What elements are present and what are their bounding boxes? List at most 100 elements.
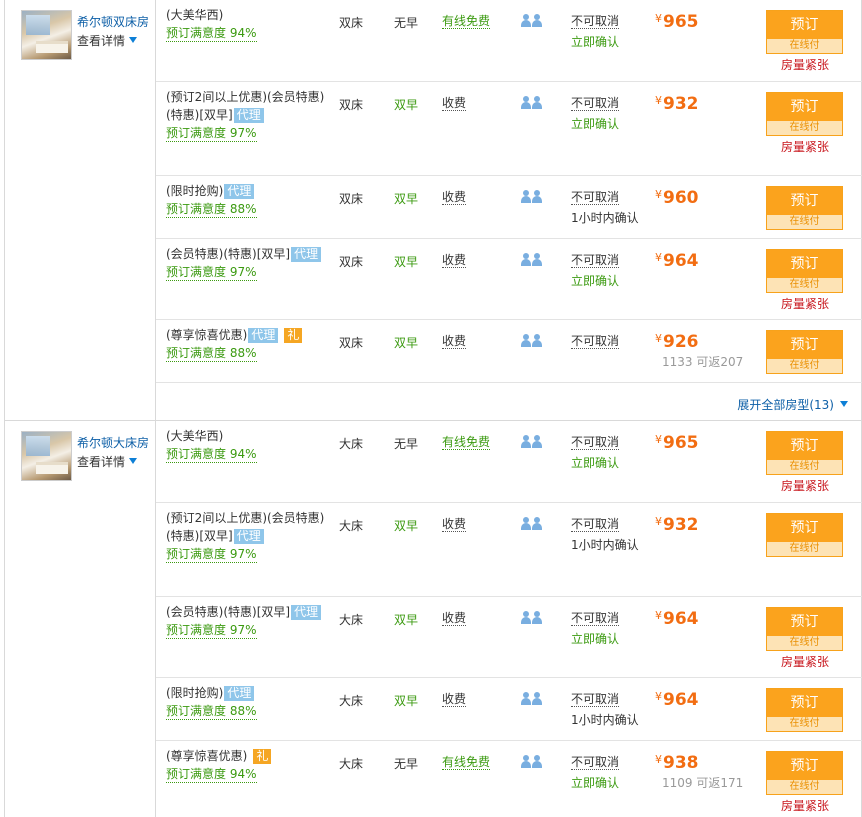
- cancel-policy-cell: 不可取消 立即确认: [571, 14, 620, 50]
- online-pay-label: 在线付: [767, 780, 842, 794]
- cancel-policy[interactable]: 不可取消: [571, 14, 620, 29]
- agent-badge: 代理: [224, 184, 255, 199]
- currency-symbol: ¥: [655, 251, 662, 264]
- cancel-policy[interactable]: 不可取消: [571, 435, 620, 450]
- internet[interactable]: 有线免费: [442, 14, 491, 29]
- currency-symbol: ¥: [655, 94, 662, 107]
- expand-all-rooms-link[interactable]: 展开全部房型(13): [737, 396, 848, 413]
- occupancy-icon[interactable]: [521, 190, 543, 204]
- currency-symbol: ¥: [655, 433, 662, 446]
- rate-name: (尊享惊喜优惠): [166, 749, 248, 763]
- cancel-policy[interactable]: 不可取消: [571, 692, 620, 707]
- book-button[interactable]: 预订 在线付: [766, 330, 843, 374]
- book-button[interactable]: 预订 在线付: [766, 607, 843, 651]
- currency-symbol: ¥: [655, 690, 662, 703]
- satisfaction-rating[interactable]: 预订满意度 97%: [166, 126, 257, 142]
- rate-row: (限时抢购) 代理 预订满意度 88% 双床 双早 收费 不可取消 1小时内确认 ¥960 预订在…: [156, 176, 862, 239]
- gift-badge[interactable]: 礼: [284, 328, 303, 343]
- price: ¥932: [655, 515, 699, 535]
- internet[interactable]: 收费: [442, 334, 467, 349]
- rate-name: (限时抢购): [166, 184, 224, 198]
- internet[interactable]: 有线免费: [442, 755, 491, 770]
- satisfaction-rating[interactable]: 预订满意度 94%: [166, 26, 257, 42]
- person-icon: [532, 517, 542, 530]
- confirm-speed: 立即确认: [571, 776, 620, 790]
- occupancy-icon[interactable]: [521, 755, 543, 769]
- room-info: 希尔顿大床房 查看详情: [5, 421, 156, 817]
- room-photo[interactable]: [21, 431, 72, 481]
- room-photo[interactable]: [21, 10, 72, 60]
- gift-badge[interactable]: 礼: [253, 749, 272, 764]
- confirm-speed: 立即确认: [571, 117, 620, 131]
- book-button[interactable]: 预订 在线付: [766, 92, 843, 136]
- occupancy-icon[interactable]: [521, 611, 543, 625]
- satisfaction-rating[interactable]: 预订满意度 97%: [166, 265, 257, 281]
- bed-type: 双床: [339, 336, 364, 350]
- occupancy-icon[interactable]: [521, 435, 543, 449]
- satisfaction-rating[interactable]: 预订满意度 88%: [166, 704, 257, 720]
- rate-name-cell: (会员特惠)(特惠)[双早] 代理 预订满意度 97%: [166, 245, 334, 281]
- book-button[interactable]: 预订 在线付: [766, 10, 843, 54]
- person-icon: [532, 96, 542, 109]
- rate-row: (会员特惠)(特惠)[双早] 代理 预订满意度 97% 大床 双早 收费 不可取消 立即确认 ¥…: [156, 597, 862, 678]
- online-pay-label: 在线付: [767, 460, 842, 474]
- book-button[interactable]: 预订 在线付: [766, 513, 843, 557]
- rate-name-cell: (限时抢购) 代理 预订满意度 88%: [166, 684, 334, 720]
- occupancy-icon[interactable]: [521, 14, 543, 28]
- rate-name: (大美华西): [166, 8, 224, 22]
- cancel-policy[interactable]: 不可取消: [571, 755, 620, 770]
- book-label: 预订: [767, 432, 842, 460]
- person-icon: [532, 435, 542, 448]
- confirm-speed: 立即确认: [571, 632, 620, 646]
- book-button[interactable]: 预订 在线付: [766, 431, 843, 475]
- rate-name-cell: (尊享惊喜优惠) 代理礼预订满意度 88%: [166, 326, 334, 362]
- cashback-info: 1109 可返171: [662, 776, 744, 790]
- cancel-policy-cell: 不可取消 1小时内确认: [571, 692, 639, 728]
- satisfaction-rating[interactable]: 预订满意度 88%: [166, 202, 257, 218]
- room-name[interactable]: 希尔顿双床房: [77, 13, 149, 30]
- expand-all-rooms-label: 展开全部房型(13): [737, 398, 834, 412]
- occupancy-icon[interactable]: [521, 253, 543, 267]
- room-name[interactable]: 希尔顿大床房: [77, 434, 149, 451]
- bed-type: 大床: [339, 757, 364, 771]
- rate-name: (会员特惠)(特惠)[双早]: [166, 605, 291, 619]
- cancel-policy[interactable]: 不可取消: [571, 334, 620, 349]
- satisfaction-rating[interactable]: 预订满意度 88%: [166, 346, 257, 362]
- cancel-policy[interactable]: 不可取消: [571, 611, 620, 626]
- book-button[interactable]: 预订 在线付: [766, 249, 843, 293]
- view-details-link[interactable]: 查看详情: [77, 32, 138, 49]
- occupancy-icon[interactable]: [521, 334, 543, 348]
- satisfaction-rating[interactable]: 预订满意度 94%: [166, 447, 257, 463]
- occupancy-icon[interactable]: [521, 517, 543, 531]
- internet[interactable]: 收费: [442, 517, 467, 532]
- cancel-policy[interactable]: 不可取消: [571, 517, 620, 532]
- internet[interactable]: 收费: [442, 692, 467, 707]
- satisfaction-rating[interactable]: 预订满意度 94%: [166, 767, 257, 783]
- breakfast: 双早: [394, 519, 419, 533]
- cancel-policy[interactable]: 不可取消: [571, 96, 620, 111]
- price-value: 965: [663, 12, 699, 32]
- internet[interactable]: 收费: [442, 96, 467, 111]
- internet[interactable]: 收费: [442, 190, 467, 205]
- price: ¥965: [655, 433, 699, 453]
- cancel-policy[interactable]: 不可取消: [571, 190, 620, 205]
- cancel-policy[interactable]: 不可取消: [571, 253, 620, 268]
- room-info: 希尔顿双床房 查看详情: [5, 0, 156, 420]
- internet[interactable]: 收费: [442, 253, 467, 268]
- satisfaction-rating[interactable]: 预订满意度 97%: [166, 623, 257, 639]
- book-button[interactable]: 预订 在线付: [766, 751, 843, 795]
- internet[interactable]: 收费: [442, 611, 467, 626]
- agent-badge: 代理: [233, 108, 264, 123]
- chevron-down-icon: [129, 37, 138, 43]
- bed-type: 双床: [339, 255, 364, 269]
- rooms-limited-badge: 房量紧张: [781, 799, 830, 813]
- book-button[interactable]: 预订 在线付: [766, 688, 843, 732]
- occupancy-icon[interactable]: [521, 692, 543, 706]
- satisfaction-rating[interactable]: 预订满意度 97%: [166, 547, 257, 563]
- price-value: 960: [663, 188, 699, 208]
- view-details-link[interactable]: 查看详情: [77, 453, 138, 470]
- book-button[interactable]: 预订 在线付: [766, 186, 843, 230]
- occupancy-icon[interactable]: [521, 96, 543, 110]
- internet[interactable]: 有线免费: [442, 435, 491, 450]
- rate-row: (大美华西) 预订满意度 94% 大床 无早 有线免费 不可取消 立即确认 ¥965 预订 在线付…: [156, 421, 862, 503]
